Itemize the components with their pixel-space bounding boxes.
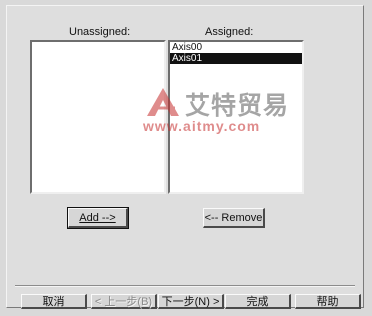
unassigned-list[interactable] <box>30 40 166 194</box>
add-button[interactable]: Add --> <box>67 207 129 229</box>
finish-button[interactable]: 完成 <box>225 294 291 309</box>
cancel-button[interactable]: 取消 <box>21 294 87 309</box>
finish-button-label: 完成 <box>246 296 269 308</box>
add-button-label: Add --> <box>79 211 116 224</box>
footer-divider <box>15 285 355 287</box>
back-button[interactable]: < 上一步(B) <box>91 294 157 309</box>
cancel-button-label: 取消 <box>42 296 65 308</box>
unassigned-label: Unassigned: <box>69 26 131 38</box>
help-button[interactable]: 帮助 <box>295 294 361 309</box>
next-button-label: 下一步(N) > <box>161 296 220 308</box>
remove-button-label: <-- Remove <box>204 211 263 224</box>
back-button-label: < 上一步(B) <box>94 296 153 308</box>
assigned-list[interactable]: Axis00 Axis01 <box>168 40 304 194</box>
list-item-axis00[interactable]: Axis00 <box>170 42 302 53</box>
next-button[interactable]: 下一步(N) > <box>158 294 224 309</box>
remove-button[interactable]: <-- Remove <box>203 208 265 228</box>
assigned-label: Assigned: <box>205 26 254 38</box>
help-button-label: 帮助 <box>316 296 339 308</box>
list-item-axis01[interactable]: Axis01 <box>170 53 302 64</box>
axis-assignment-dialog: Unassigned: Assigned: Axis00 Axis01 Add … <box>6 5 364 309</box>
